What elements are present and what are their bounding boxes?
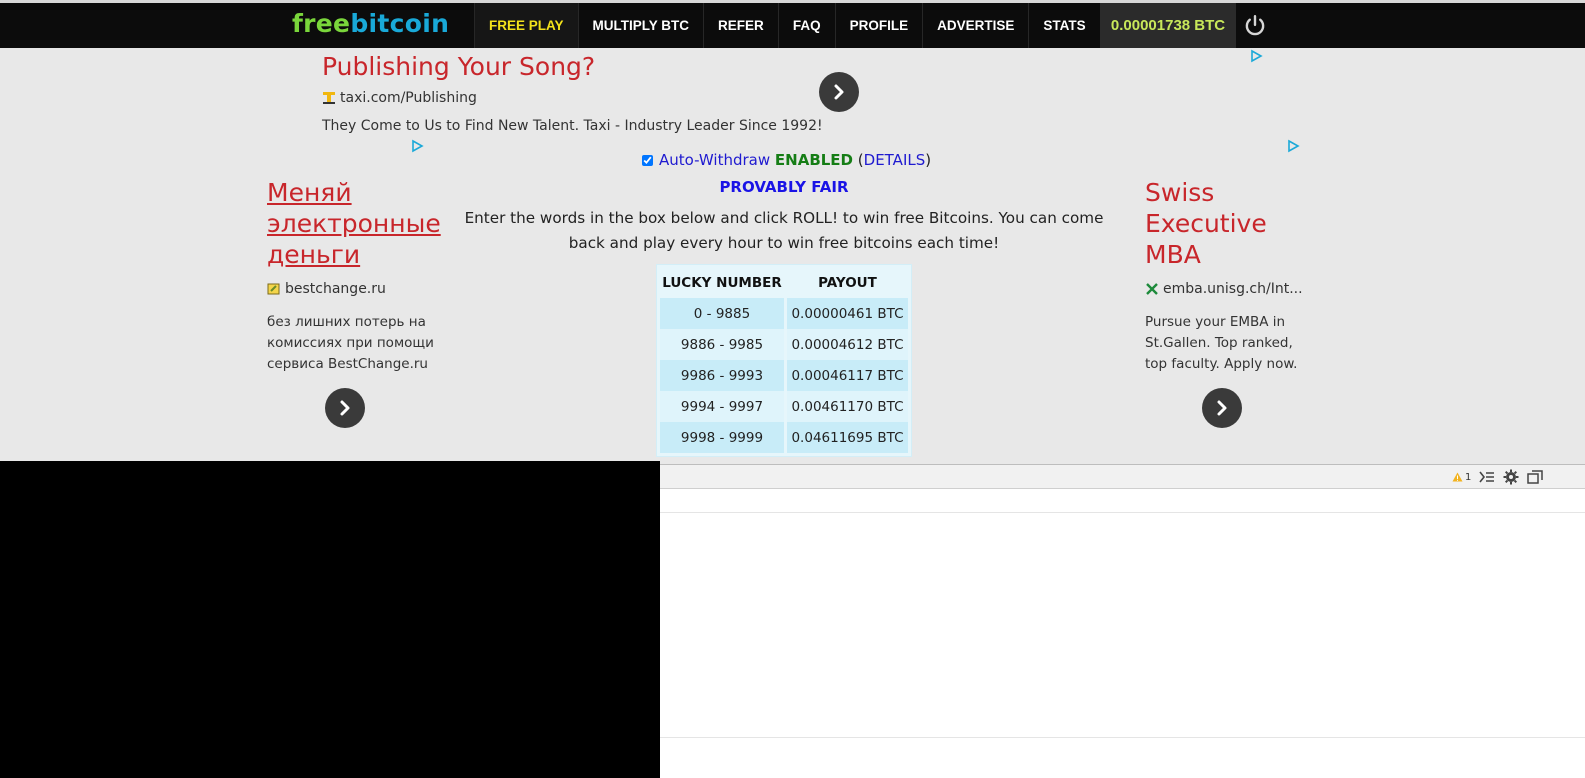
redacted-region bbox=[0, 461, 660, 778]
right-ad-desc-line: top faculty. Apply now. bbox=[1145, 356, 1298, 372]
left-ad-desc-line: сервиса BestChange.ru bbox=[267, 356, 428, 372]
auto-withdraw-label[interactable]: Auto-Withdraw bbox=[659, 151, 770, 169]
devtools-divider bbox=[660, 512, 1585, 513]
devtools-toolbar-icons: 1 bbox=[1452, 468, 1544, 486]
auto-withdraw: Auto-Withdraw ENABLED (DETAILS) bbox=[642, 151, 931, 169]
devtools-divider bbox=[660, 737, 1585, 738]
left-ad-desc: без лишних потерь на комиссиях при помощ… bbox=[267, 312, 434, 375]
top-ad-url[interactable]: taxi.com/Publishing bbox=[322, 90, 477, 106]
left-ad-desc-line: комиссиях при помощи bbox=[267, 335, 434, 351]
left-ad-title-line: деньги bbox=[267, 240, 361, 269]
left-ad-url[interactable]: bestchange.ru bbox=[267, 281, 386, 297]
payout-cell: 0.04611695 BTC bbox=[786, 422, 908, 453]
table-row: 9886 - 9985 0.00004612 BTC bbox=[660, 329, 908, 360]
chevron-right-icon bbox=[1217, 400, 1227, 416]
right-ad-title-line: MBA bbox=[1145, 240, 1201, 269]
devtools-panel bbox=[660, 489, 1585, 778]
left-ad-title-line: электронные bbox=[267, 209, 441, 238]
provably-fair-link[interactable]: PROVABLY FAIR bbox=[0, 178, 1568, 196]
dock-icon[interactable] bbox=[1527, 470, 1544, 484]
nav-stats[interactable]: STATS bbox=[1028, 3, 1099, 48]
lucky-number-cell: 9994 - 9997 bbox=[660, 391, 784, 422]
right-ad-url[interactable]: emba.unisg.ch/Int... bbox=[1145, 281, 1303, 297]
chevron-right-icon bbox=[340, 400, 350, 416]
top-ad-title[interactable]: Publishing Your Song? bbox=[322, 52, 595, 81]
instructions-text: Enter the words in the box below and cli… bbox=[464, 209, 1104, 252]
warning-icon bbox=[1452, 472, 1463, 482]
bestchange-favicon-icon bbox=[267, 283, 280, 295]
nav-free-play[interactable]: FREE PLAY bbox=[474, 3, 578, 48]
devtools-toolbar bbox=[660, 464, 1585, 489]
warning-count: 1 bbox=[1465, 471, 1472, 483]
nav-multiply-btc[interactable]: MULTIPLY BTC bbox=[577, 3, 704, 48]
nav-profile[interactable]: PROFILE bbox=[834, 3, 923, 48]
chevron-right-icon bbox=[834, 84, 844, 100]
payout-cell: 0.00046117 BTC bbox=[786, 360, 908, 391]
logo-part-bitcoin: bitcoin bbox=[350, 9, 450, 38]
right-ad-desc-line: Pursue your EMBA in bbox=[1145, 314, 1286, 330]
gear-icon[interactable] bbox=[1503, 469, 1519, 485]
adchoices-icon[interactable] bbox=[1286, 139, 1300, 153]
nav-advertise[interactable]: ADVERTISE bbox=[922, 3, 1028, 48]
nav-faq[interactable]: FAQ bbox=[777, 3, 835, 48]
taxi-favicon-icon bbox=[323, 92, 335, 104]
auto-withdraw-status: ENABLED bbox=[774, 151, 854, 169]
logo[interactable]: freebitcoin bbox=[292, 9, 449, 38]
table-row: 9998 - 9999 0.04611695 BTC bbox=[660, 422, 908, 453]
auto-withdraw-checkbox[interactable] bbox=[642, 154, 653, 166]
payout-cell: 0.00000461 BTC bbox=[786, 298, 908, 329]
payout-table-header: LUCKY NUMBER PAYOUT bbox=[660, 268, 908, 298]
navbar: freebitcoin FREE PLAY MULTIPLY BTC REFER… bbox=[0, 3, 1585, 48]
right-ad-title-line: Executive bbox=[1145, 209, 1267, 238]
top-ad-go-button[interactable] bbox=[819, 72, 859, 112]
adchoices-icon[interactable] bbox=[1249, 49, 1263, 63]
nav-menu: FREE PLAY MULTIPLY BTC REFER FAQ PROFILE… bbox=[474, 3, 1100, 48]
balance-display: 0.00001738 BTC bbox=[1100, 3, 1236, 48]
header-lucky-number: LUCKY NUMBER bbox=[662, 275, 782, 291]
right-ad-desc: Pursue your EMBA in St.Gallen. Top ranke… bbox=[1145, 312, 1297, 375]
payout-table: LUCKY NUMBER PAYOUT 0 - 9885 0.00000461 … bbox=[656, 264, 912, 457]
paren-close: ) bbox=[925, 151, 932, 169]
devtools-warning[interactable]: 1 bbox=[1452, 472, 1471, 483]
right-ad-url-text: emba.unisg.ch/Int... bbox=[1163, 281, 1303, 297]
left-ad-url-text: bestchange.ru bbox=[285, 281, 386, 297]
logo-part-free: free bbox=[292, 9, 351, 38]
left-ad-go-button[interactable] bbox=[325, 388, 365, 428]
payout-cell: 0.00004612 BTC bbox=[786, 329, 908, 360]
table-row: 9994 - 9997 0.00461170 BTC bbox=[660, 391, 908, 422]
left-ad-desc-line: без лишних потерь на bbox=[267, 314, 426, 330]
lucky-number-cell: 9886 - 9985 bbox=[660, 329, 784, 360]
table-row: 9986 - 9993 0.00046117 BTC bbox=[660, 360, 908, 391]
nav-refer[interactable]: REFER bbox=[703, 3, 778, 48]
lucky-number-cell: 9986 - 9993 bbox=[660, 360, 784, 391]
lucky-number-cell: 9998 - 9999 bbox=[660, 422, 784, 453]
unisg-favicon-icon bbox=[1146, 283, 1158, 295]
top-ad-url-text: taxi.com/Publishing bbox=[340, 90, 477, 106]
auto-withdraw-details-link[interactable]: DETAILS bbox=[864, 151, 926, 169]
console-drawer-icon[interactable] bbox=[1479, 470, 1495, 484]
power-icon[interactable] bbox=[1242, 13, 1268, 39]
table-row: 0 - 9885 0.00000461 BTC bbox=[660, 298, 908, 329]
top-ad-desc: They Come to Us to Find New Talent. Taxi… bbox=[322, 118, 823, 134]
right-ad-go-button[interactable] bbox=[1202, 388, 1242, 428]
adchoices-icon[interactable] bbox=[410, 139, 424, 153]
right-ad-desc-line: St.Gallen. Top ranked, bbox=[1145, 335, 1293, 351]
payout-cell: 0.00461170 BTC bbox=[786, 391, 908, 422]
lucky-number-cell: 0 - 9885 bbox=[660, 298, 784, 329]
header-payout: PAYOUT bbox=[818, 275, 877, 291]
